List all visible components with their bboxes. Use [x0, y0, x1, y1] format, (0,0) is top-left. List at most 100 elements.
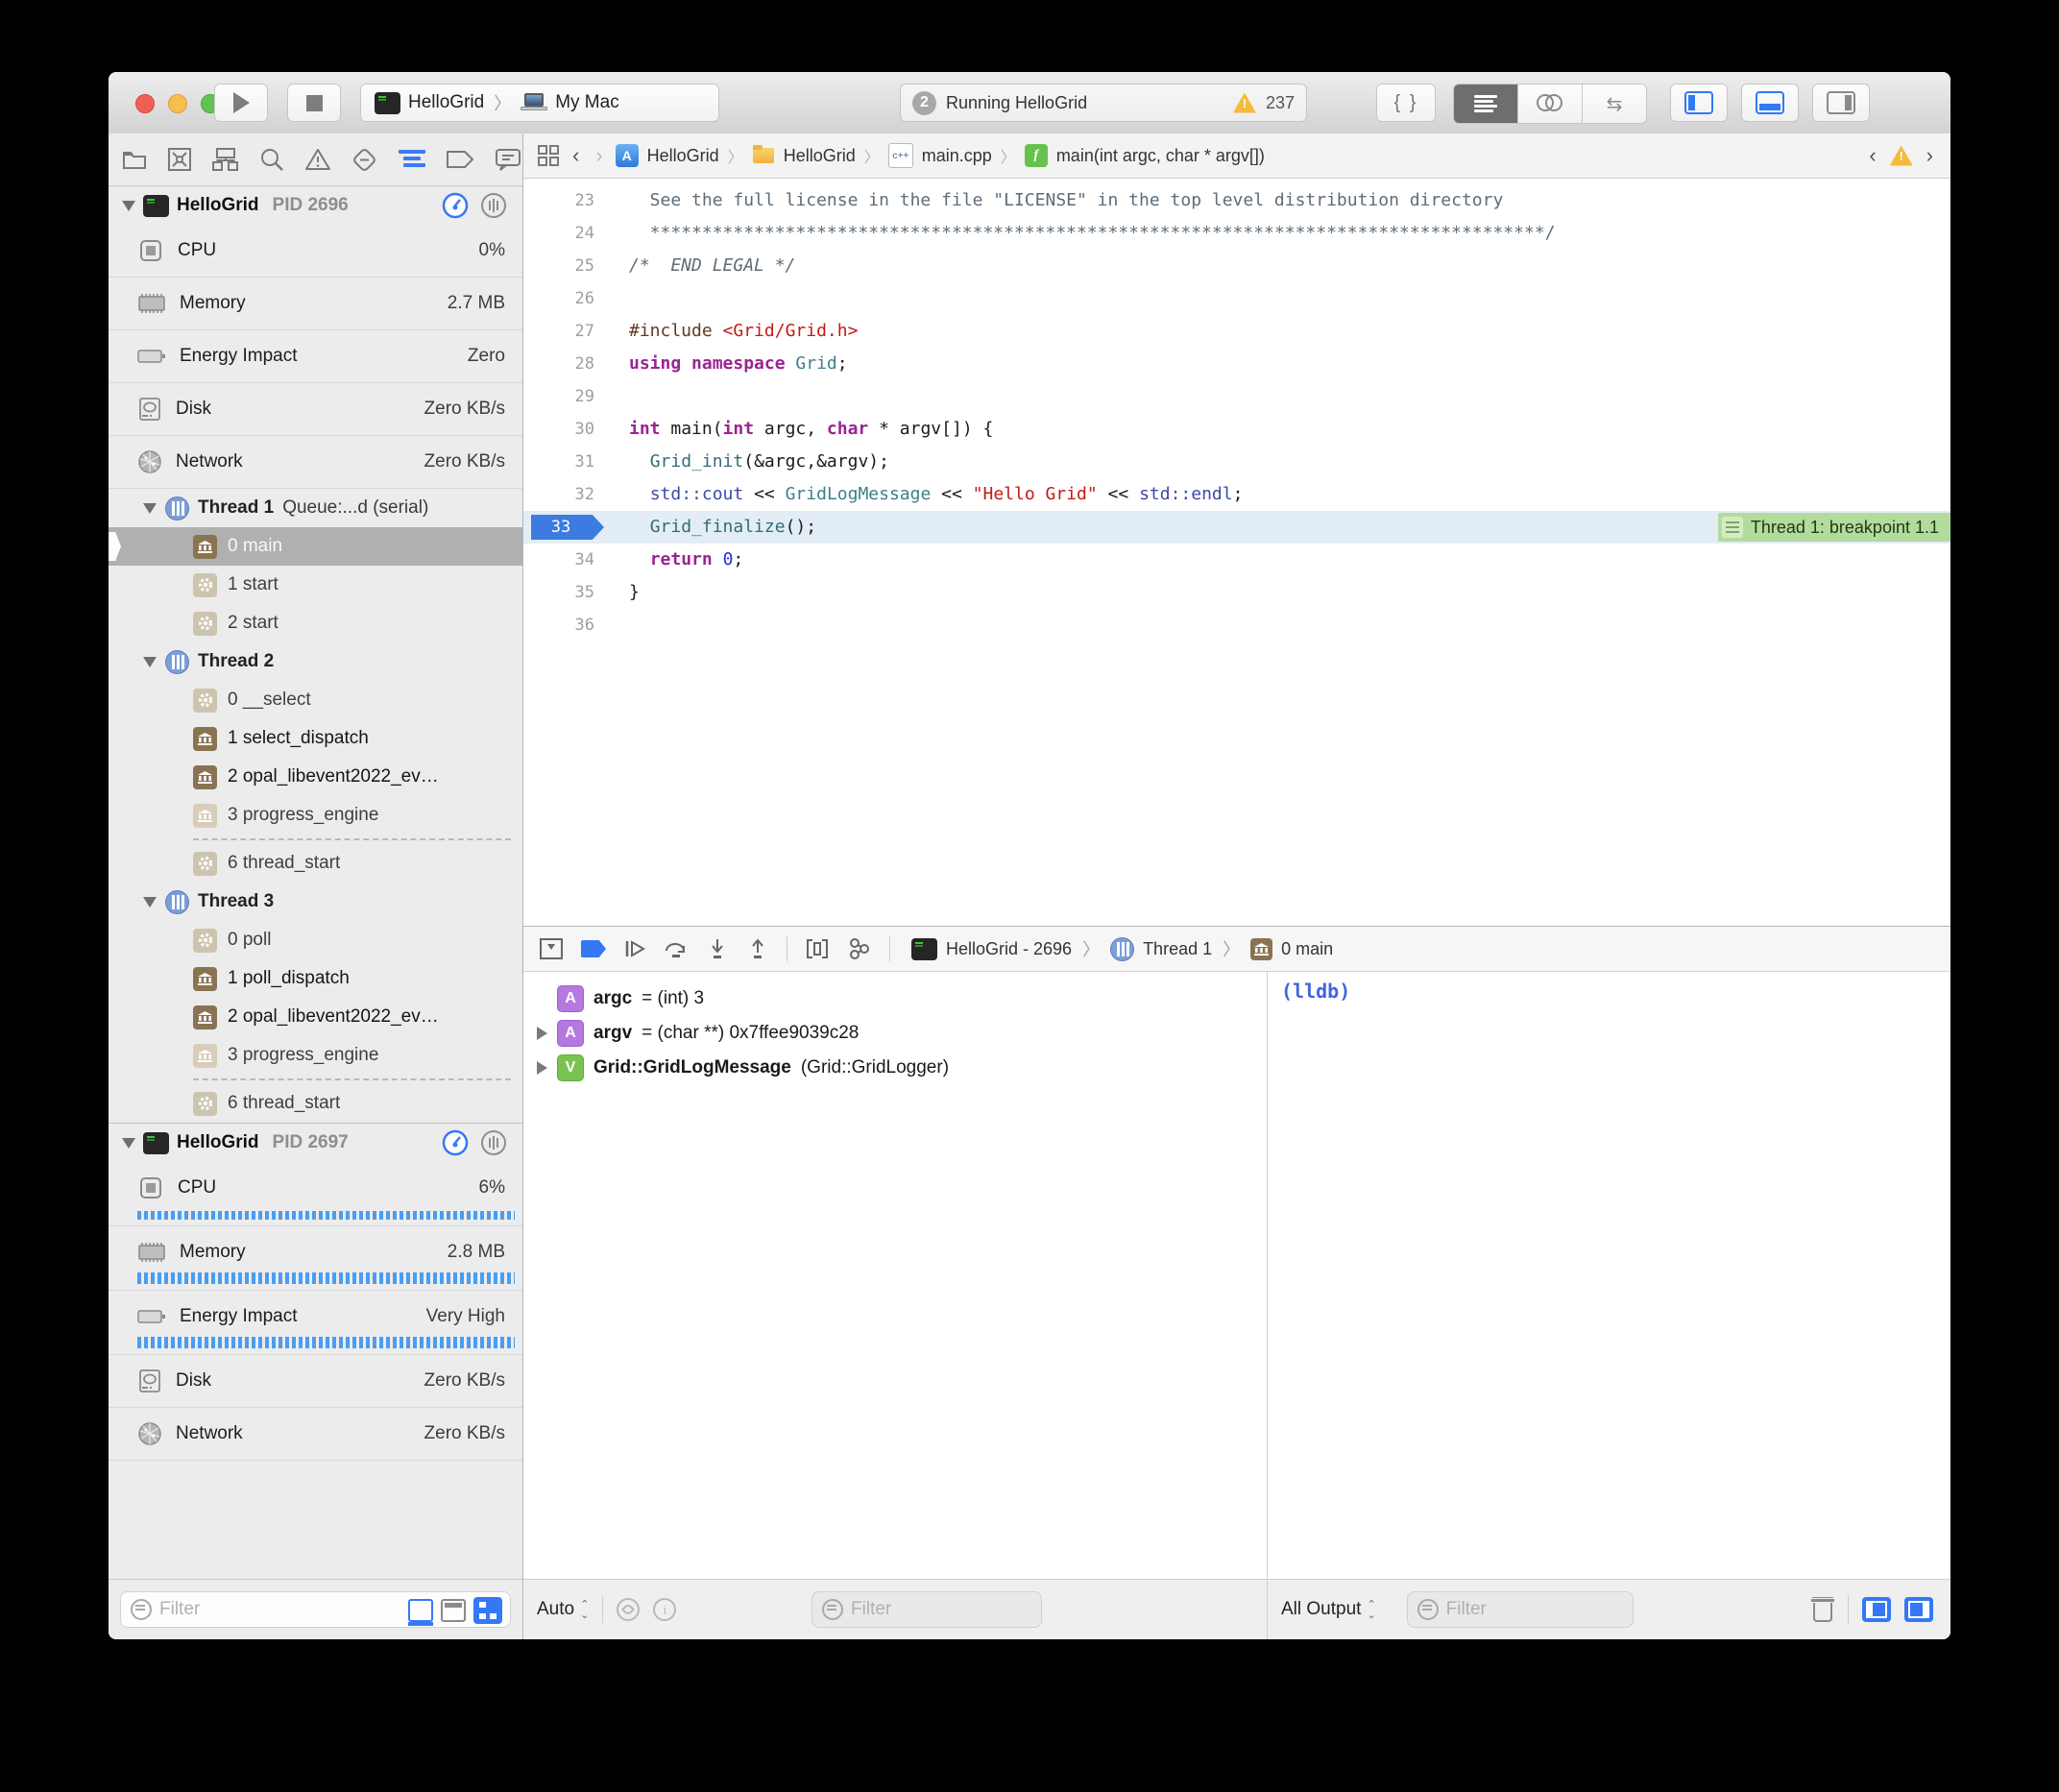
show-running-blocks-button[interactable]	[441, 1599, 466, 1622]
code-line[interactable]: 26	[523, 282, 1950, 315]
stop-button[interactable]	[287, 84, 341, 122]
code-line[interactable]: 23 See the full license in the file "LIC…	[523, 184, 1950, 217]
code-line[interactable]: 27#include <Grid/Grid.h>	[523, 315, 1950, 348]
standard-editor-button[interactable]	[1454, 85, 1518, 123]
line-number[interactable]: 28	[523, 348, 608, 380]
code-snippets-button[interactable]: { }	[1376, 84, 1436, 122]
debug-bar-thread[interactable]: Thread 1	[1143, 939, 1212, 959]
process-stat-row[interactable]: DiskZero KB/s	[109, 1355, 522, 1408]
process-row[interactable]: HelloGridPID 2697	[109, 1124, 522, 1162]
memory-graph-button[interactable]	[847, 937, 872, 960]
code-line[interactable]: 36	[523, 609, 1950, 642]
breakpoint-annotation[interactable]: Thread 1: breakpoint 1.1	[1718, 513, 1950, 542]
console-view[interactable]: (lldb)	[1268, 972, 1950, 1579]
console-filter-field[interactable]: Filter	[1407, 1591, 1634, 1628]
debug-view-hierarchy-button[interactable]	[805, 937, 830, 960]
disclosure-triangle[interactable]	[122, 201, 135, 211]
issue-navigator-icon[interactable]	[304, 147, 331, 172]
go-back-button[interactable]: ‹	[569, 143, 583, 168]
line-number[interactable]: 36	[523, 609, 608, 642]
line-number[interactable]: 25	[523, 250, 608, 282]
variable-row[interactable]: Aargv = (char **) 0x7ffee9039c28	[523, 1016, 1267, 1051]
variable-row[interactable]: Aargc = (int) 3	[523, 981, 1267, 1016]
debug-navigator-icon[interactable]	[399, 148, 425, 171]
console-output-popup[interactable]: All Output ⌃⌄	[1281, 1599, 1376, 1620]
jumpbar-project[interactable]: HelloGrid	[647, 146, 719, 166]
process-stat-row[interactable]: Energy ImpactVery High	[109, 1291, 522, 1355]
instruction-pointer-badge[interactable]: 33	[531, 515, 604, 540]
thread-row[interactable]: Thread 3	[109, 883, 522, 921]
jumpbar-group[interactable]: HelloGrid	[784, 146, 856, 166]
process-stat-row[interactable]: Memory2.8 MB	[109, 1226, 522, 1291]
gauge-bars-icon[interactable]	[480, 192, 507, 219]
line-number[interactable]: 35	[523, 576, 608, 609]
continue-button[interactable]	[623, 937, 646, 960]
code-line[interactable]: 24 *************************************…	[523, 217, 1950, 250]
process-row[interactable]: HelloGridPID 2696	[109, 186, 522, 225]
line-number[interactable]: 30	[523, 413, 608, 446]
close-window-button[interactable]	[135, 94, 155, 113]
line-number[interactable]: 24	[523, 217, 608, 250]
line-number[interactable]: 29	[523, 380, 608, 413]
process-stat-row[interactable]: CPU0%	[109, 225, 522, 278]
step-into-button[interactable]	[706, 937, 729, 960]
debug-bar-frame[interactable]: 0 main	[1281, 939, 1333, 959]
process-stat-row[interactable]: NetworkZero KB/s	[109, 436, 522, 489]
debug-bar-process[interactable]: HelloGrid - 2696	[946, 939, 1072, 959]
run-button[interactable]	[214, 84, 268, 122]
process-stat-row[interactable]: DiskZero KB/s	[109, 383, 522, 436]
stack-frame-row[interactable]: 2 start	[109, 604, 522, 642]
disclosure-triangle[interactable]	[143, 657, 157, 667]
disclosure-triangle[interactable]	[537, 1061, 547, 1075]
stack-frame-row[interactable]: 1 select_dispatch	[109, 719, 522, 758]
stack-frame-row[interactable]: 1 poll_dispatch	[109, 959, 522, 998]
variable-row[interactable]: VGrid::GridLogMessage (Grid::GridLogger)	[523, 1051, 1267, 1085]
source-control-navigator-icon[interactable]	[167, 147, 192, 172]
source-editor[interactable]: 23 See the full license in the file "LIC…	[523, 179, 1950, 926]
scheme-selector[interactable]: HelloGrid 〉 My Mac	[360, 84, 719, 122]
project-navigator-icon[interactable]	[122, 148, 147, 171]
stack-frame-row[interactable]: 1 start	[109, 566, 522, 604]
gauge-bars-icon[interactable]	[480, 1129, 507, 1156]
process-stat-row[interactable]: CPU6%	[109, 1162, 522, 1226]
clear-console-button[interactable]	[1811, 1597, 1834, 1622]
activity-viewer[interactable]: 2 Running HelloGrid 237	[900, 84, 1307, 122]
line-number[interactable]: 23	[523, 184, 608, 217]
go-forward-button[interactable]: ›	[592, 143, 606, 168]
related-items-icon[interactable]	[537, 144, 560, 167]
test-navigator-icon[interactable]	[351, 147, 378, 172]
thread-row[interactable]: Thread 2	[109, 642, 522, 681]
stack-frame-row[interactable]: 2 opal_libevent2022_ev…	[109, 758, 522, 796]
breakpoint-navigator-icon[interactable]	[446, 149, 474, 170]
variables-view[interactable]: Aargc = (int) 3Aargv = (char **) 0x7ffee…	[523, 972, 1268, 1579]
line-number[interactable]: 32	[523, 478, 608, 511]
disclosure-triangle[interactable]	[143, 503, 157, 514]
process-stat-row[interactable]: NetworkZero KB/s	[109, 1408, 522, 1461]
minimize-window-button[interactable]	[168, 94, 187, 113]
line-number[interactable]: 34	[523, 544, 608, 576]
warning-icon[interactable]	[1890, 146, 1913, 166]
disclosure-triangle[interactable]	[122, 1138, 135, 1149]
report-navigator-icon[interactable]	[495, 147, 521, 172]
step-out-button[interactable]	[746, 937, 769, 960]
next-issue-button[interactable]: ›	[1923, 143, 1937, 168]
jumpbar-file[interactable]: main.cpp	[922, 146, 992, 166]
stack-frame-row[interactable]: 0 __select	[109, 681, 522, 719]
view-process-hierarchy-button[interactable]	[473, 1597, 502, 1624]
code-line[interactable]: 35}	[523, 576, 1950, 609]
current-execution-line[interactable]: 3333 Grid_finalize();Thread 1: breakpoin…	[523, 511, 1950, 544]
quicklook-eye-button[interactable]	[617, 1598, 640, 1621]
stack-frame-row[interactable]: 3 progress_engine	[109, 796, 522, 835]
info-button[interactable]: i	[653, 1598, 676, 1621]
stack-frame-row[interactable]: 2 opal_libevent2022_ev…	[109, 998, 522, 1036]
thread-row[interactable]: Thread 1Queue:...d (serial)	[109, 489, 522, 527]
process-stat-row[interactable]: Energy ImpactZero	[109, 330, 522, 383]
disclosure-triangle[interactable]	[143, 897, 157, 908]
gauge-selected-icon[interactable]	[442, 192, 469, 219]
code-line[interactable]: 28using namespace Grid;	[523, 348, 1950, 380]
stack-frame-row[interactable]: 3 progress_engine	[109, 1036, 522, 1075]
hide-debug-area-button[interactable]	[539, 937, 564, 960]
toggle-debug-area-button[interactable]	[1741, 84, 1799, 122]
navigator-filter-field[interactable]: Filter	[120, 1591, 511, 1628]
warning-count[interactable]: 237	[1266, 93, 1295, 113]
